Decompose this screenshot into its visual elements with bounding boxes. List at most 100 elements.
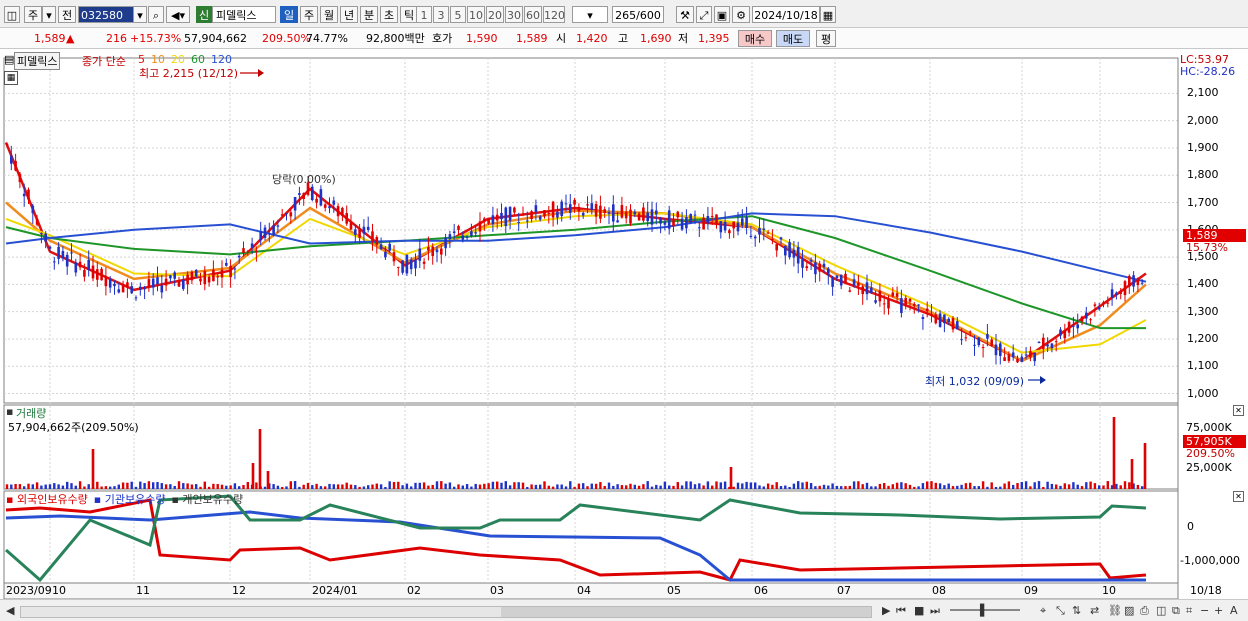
scroll-left-icon[interactable]: ◀ <box>6 604 14 618</box>
candle-body <box>1011 352 1015 358</box>
avg-button[interactable]: 평 <box>816 30 836 47</box>
date-field[interactable]: 2024/10/18 <box>752 6 820 23</box>
candle-body <box>40 233 43 235</box>
period-tab-3[interactable]: 년 <box>340 6 358 23</box>
holder-legend-item-0[interactable]: ▪ 외국인보유수량 <box>6 493 88 506</box>
volume-panel-icon[interactable]: ▪ <box>6 405 13 418</box>
volume-bar <box>887 485 890 489</box>
buy-button[interactable]: 매수 <box>738 30 772 47</box>
volume-bar <box>668 485 671 489</box>
candle-body <box>848 290 852 292</box>
candle-body <box>332 200 336 205</box>
volume-bar <box>736 482 740 489</box>
volume-bar <box>908 484 912 489</box>
stock-code-input[interactable]: 032580 <box>78 6 134 23</box>
grid-toggle-icon[interactable]: ▦ <box>4 71 18 85</box>
scrollbar-thumb[interactable] <box>501 607 871 617</box>
candle-body <box>470 231 473 236</box>
volume-bar <box>766 483 770 489</box>
candle-body <box>607 212 611 214</box>
zoom-slider-thumb[interactable]: ▌ <box>980 604 988 618</box>
window-menu-icon[interactable]: ◫ <box>4 6 20 23</box>
speaker-icon[interactable]: ◀▾ <box>166 6 190 23</box>
period-tab-4[interactable]: 분 <box>360 6 378 23</box>
market-select[interactable]: 주 <box>24 6 42 23</box>
candle-body <box>556 211 559 218</box>
count-button-3[interactable]: 3 <box>433 6 449 23</box>
chart-tools-icon[interactable]: ⚒ <box>676 6 694 23</box>
volume-bar <box>453 486 456 489</box>
high-label: 고 <box>618 32 629 45</box>
candle-body <box>938 313 942 327</box>
compare-icon[interactable]: ⇄ <box>1090 604 1099 618</box>
candle-body <box>603 209 606 214</box>
volume-bar <box>865 482 869 489</box>
candle-body <box>624 211 628 219</box>
zoom-out-icon[interactable]: − <box>1200 604 1209 618</box>
count-button-1[interactable]: 1 <box>416 6 432 23</box>
holder-legend-item-2[interactable]: ▪ 개인보유수량 <box>171 493 243 506</box>
gear-icon[interactable]: ⚙ <box>732 6 750 23</box>
save-icon[interactable]: ▣ <box>714 6 730 23</box>
chart-area[interactable]: ▤ 피델릭스 종가 단순 5 10 20 60 120 ▦ 최고 2,215 (12/1… <box>0 50 1248 605</box>
copy-icon[interactable]: ⧉ <box>1172 604 1180 618</box>
range-select[interactable]: ▾ <box>572 6 608 23</box>
candle-body <box>551 201 555 218</box>
first-page-icon[interactable]: ⏮ <box>896 604 906 618</box>
price-tick-4: 1,700 <box>1187 195 1219 209</box>
count-button-60[interactable]: 60 <box>524 6 542 23</box>
pin-icon[interactable]: ⌗ <box>1186 604 1192 618</box>
zoom-in-icon[interactable]: + <box>1214 604 1223 618</box>
holder-legend-item-1[interactable]: ▪ 기관보유수량 <box>94 493 166 506</box>
link-icon[interactable]: ⛓ <box>1108 604 1122 618</box>
count-button-20[interactable]: 20 <box>486 6 504 23</box>
volume-bar <box>10 484 13 489</box>
volume-bar <box>379 484 383 489</box>
overlay-icon[interactable]: ⤢ <box>696 6 712 23</box>
range-field[interactable]: 265/600 <box>612 6 664 23</box>
count-button-30[interactable]: 30 <box>505 6 523 23</box>
volume-bar <box>822 484 826 489</box>
candle-body <box>908 298 912 302</box>
holder-panel-close-icon[interactable]: ✕ <box>1233 491 1244 502</box>
candle-body <box>130 286 133 294</box>
calendar-icon[interactable]: ▦ <box>820 6 836 23</box>
layout-icon[interactable]: ◫ <box>1156 604 1166 618</box>
period-tab-0[interactable]: 일 <box>280 6 298 23</box>
period-tab-5[interactable]: 초 <box>380 6 398 23</box>
candle-body <box>913 303 916 306</box>
stock-chart[interactable] <box>0 50 1248 605</box>
volume-panel-close-icon[interactable]: ✕ <box>1233 405 1244 416</box>
search-icon[interactable]: ⌕ <box>148 6 164 23</box>
crosshair-icon[interactable]: ⌖ <box>1040 604 1046 618</box>
count-button-10[interactable]: 10 <box>467 6 485 23</box>
period-tab-2[interactable]: 월 <box>320 6 338 23</box>
candle-body <box>65 254 69 267</box>
candle-body <box>27 189 30 200</box>
candle-body <box>409 259 413 270</box>
period-tab-1[interactable]: 주 <box>300 6 318 23</box>
count-button-120[interactable]: 120 <box>543 6 565 23</box>
horizontal-scrollbar[interactable] <box>20 606 872 618</box>
print-icon[interactable]: ⎙ <box>1140 604 1149 618</box>
measure-icon[interactable]: ⇅ <box>1072 604 1081 618</box>
image-icon[interactable]: ▨ <box>1124 604 1134 618</box>
market-alt-button[interactable]: 전 <box>58 6 76 23</box>
volume-bar <box>960 484 963 489</box>
market-dropdown-icon[interactable]: ▾ <box>42 6 56 23</box>
code-dropdown-icon[interactable]: ▾ <box>133 6 147 23</box>
stock-name-label[interactable]: 피델릭스 <box>14 52 61 70</box>
last-page-icon[interactable]: ⏭ <box>930 604 940 618</box>
sell-button[interactable]: 매도 <box>776 30 810 47</box>
draw-tools-icon[interactable]: ⤡ <box>1056 604 1065 618</box>
volume-bar <box>212 483 215 489</box>
panel-menu-icon[interactable]: ▤ <box>4 53 14 66</box>
stock-name-field[interactable]: 피델릭스 <box>212 6 276 23</box>
candle-body <box>392 252 396 262</box>
volume-bar <box>754 482 757 489</box>
scroll-right-icon[interactable]: ▶ <box>882 604 890 618</box>
count-button-5[interactable]: 5 <box>450 6 466 23</box>
x-axis-label-2: 11 <box>136 584 150 597</box>
stop-icon[interactable]: ■ <box>914 604 924 618</box>
font-size-icon[interactable]: A <box>1230 604 1238 618</box>
